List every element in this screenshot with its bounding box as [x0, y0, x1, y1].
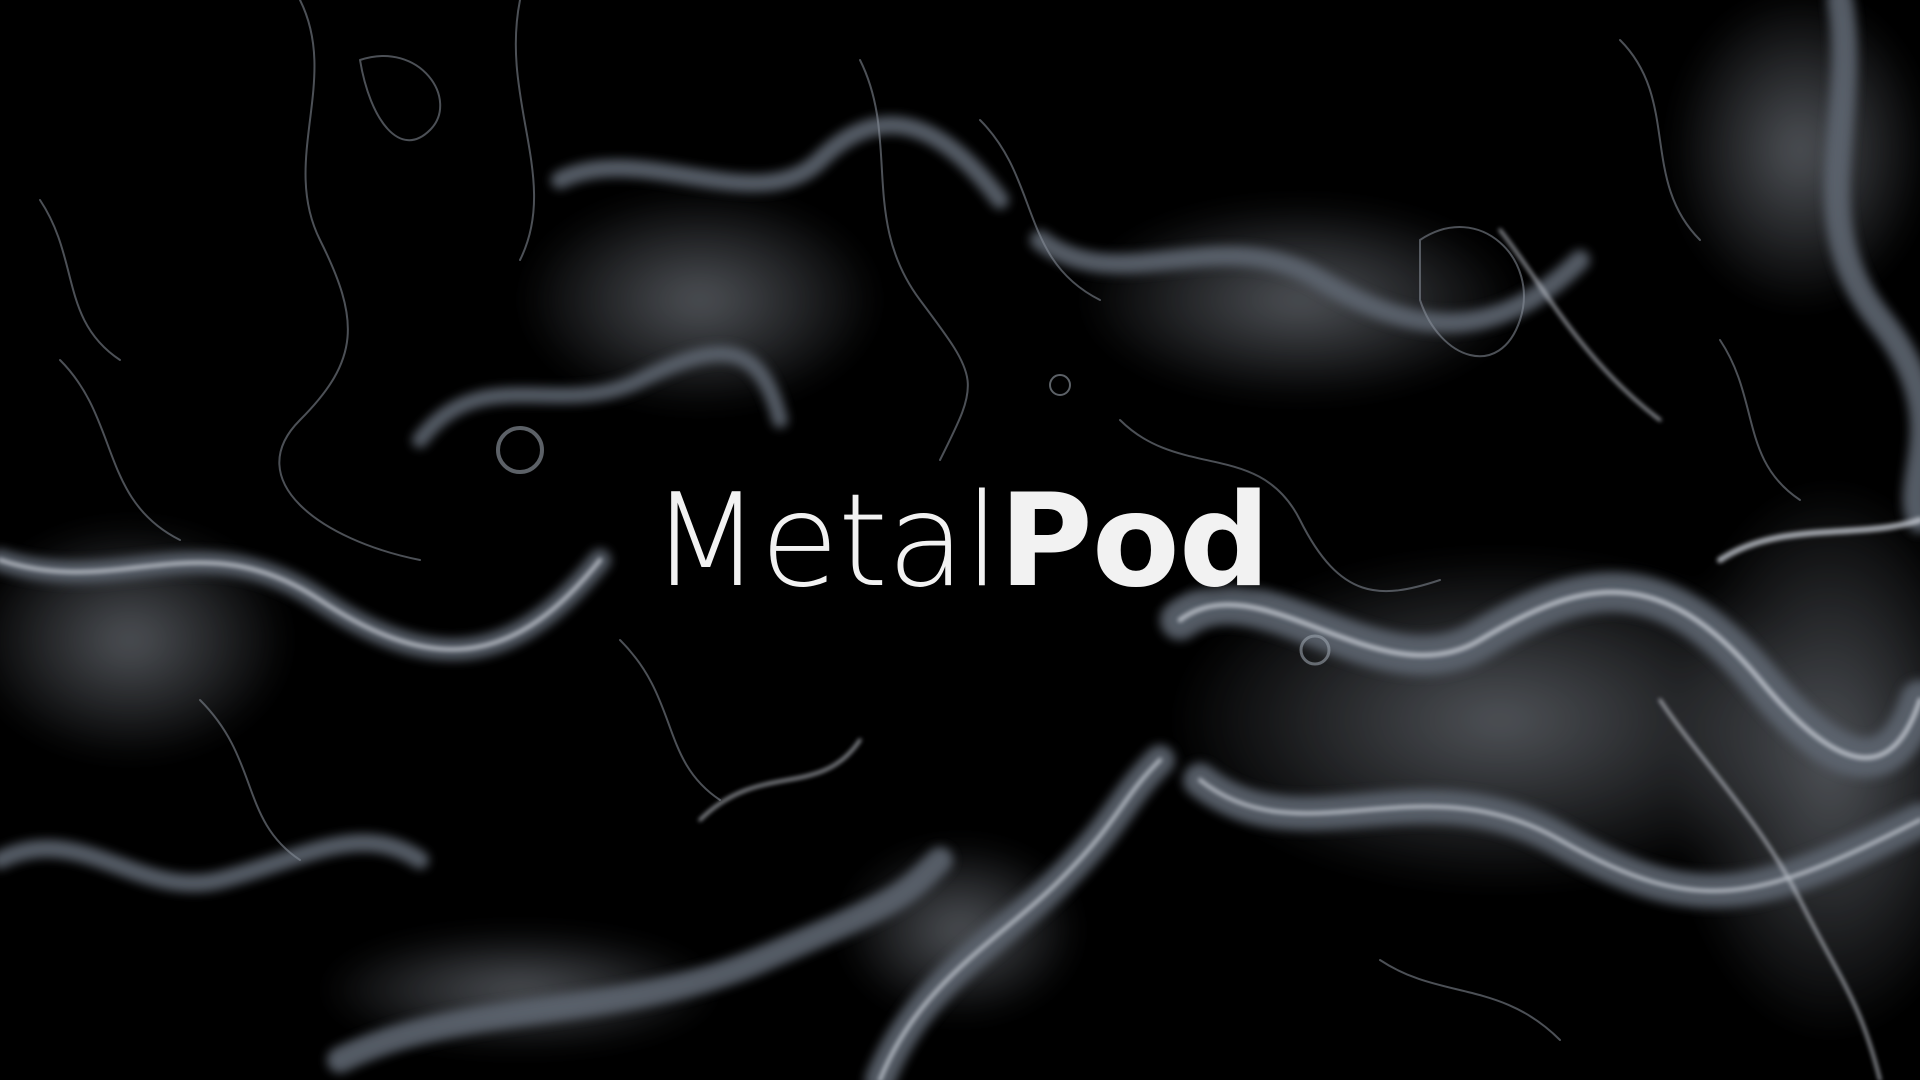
hero-stage: MetalPod — [0, 0, 1920, 1080]
logo-word-pod: Pod — [999, 467, 1270, 616]
logo-word-metal: Metal — [650, 467, 1000, 616]
metalpod-logo: MetalPod — [0, 478, 1920, 606]
